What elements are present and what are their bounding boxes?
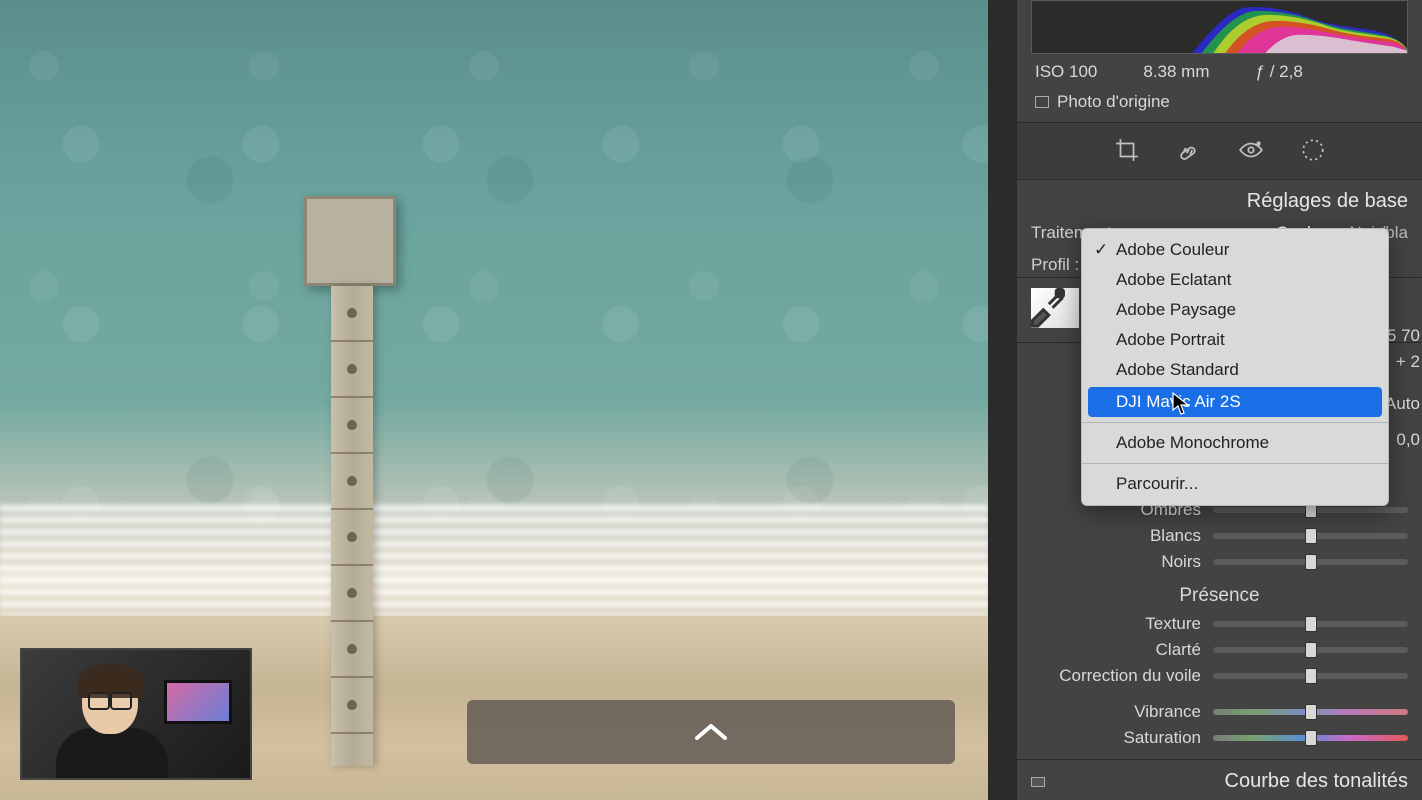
healing-brush-icon[interactable] [1176,137,1202,163]
surf-foam [0,504,988,616]
crop-icon[interactable] [1114,137,1140,163]
slider-voile[interactable]: Correction du voile [1031,663,1408,689]
profile-option-adobe-standard[interactable]: Adobe Standard [1082,355,1388,385]
slider-vibrance[interactable]: Vibrance [1031,699,1408,725]
profile-dropdown[interactable]: Adobe Couleur Adobe Eclatant Adobe Paysa… [1081,228,1389,506]
presenter-webcam [20,648,252,780]
profile-option-adobe-eclatant[interactable]: Adobe Eclatant [1082,265,1388,295]
exif-iso: ISO 100 [1035,62,1097,82]
rectangle-icon [1035,96,1049,108]
slider-texture[interactable]: Texture [1031,611,1408,637]
slider-saturation[interactable]: Saturation [1031,725,1408,751]
profile-option-dji-mavic-air-2s[interactable]: DJI Mavic Air 2S [1088,387,1382,417]
auto-button[interactable]: Auto [1385,394,1420,414]
water-texture [0,0,988,560]
presence-header: Présence [1031,575,1408,611]
panel-switch-icon[interactable] [1031,777,1045,787]
slider-noirs[interactable]: Noirs [1031,549,1408,575]
eye-mask-icon[interactable] [1238,137,1264,163]
tone-curve-header[interactable]: Courbe des tonalités [1017,759,1422,797]
value-zero: 0,0 [1396,430,1420,450]
chevron-up-icon [693,722,729,742]
value-temp: 5 70 [1387,326,1420,346]
exif-aperture: ƒ / 2,8 [1256,62,1303,82]
profile-option-adobe-monochrome[interactable]: Adobe Monochrome [1082,428,1388,458]
pier-head [304,196,396,286]
profile-option-browse[interactable]: Parcourir... [1082,469,1388,499]
profile-option-adobe-paysage[interactable]: Adobe Paysage [1082,295,1388,325]
value-tint: + 2 [1396,352,1420,372]
dropdown-separator [1082,463,1388,464]
eyedropper-icon [1025,284,1069,328]
profile-option-adobe-portrait[interactable]: Adobe Portrait [1082,325,1388,355]
develop-panel: ISO 100 8.38 mm ƒ / 2,8 Photo d'origine … [1016,0,1422,800]
original-photo-toggle[interactable]: Photo d'origine [1017,86,1422,122]
slider-clarte[interactable]: Clarté [1031,637,1408,663]
radial-mask-icon[interactable] [1300,137,1326,163]
basic-settings-header[interactable]: Réglages de base [1017,180,1422,217]
slider-blancs[interactable]: Blancs [1031,523,1408,549]
exif-focal: 8.38 mm [1143,62,1209,82]
original-photo-label: Photo d'origine [1057,92,1170,112]
histogram[interactable] [1031,0,1408,54]
image-canvas[interactable] [0,0,988,800]
histogram-graph [1032,1,1407,54]
filmstrip-toggle-bar[interactable] [467,700,955,764]
profile-option-adobe-couleur[interactable]: Adobe Couleur [1082,235,1388,265]
wb-eyedropper[interactable] [1031,288,1079,328]
dropdown-separator [1082,422,1388,423]
profile-label: Profil : [1031,255,1079,275]
pier-walkway [331,286,373,766]
tool-strip [1017,122,1422,180]
exif-row: ISO 100 8.38 mm ƒ / 2,8 [1017,54,1422,86]
